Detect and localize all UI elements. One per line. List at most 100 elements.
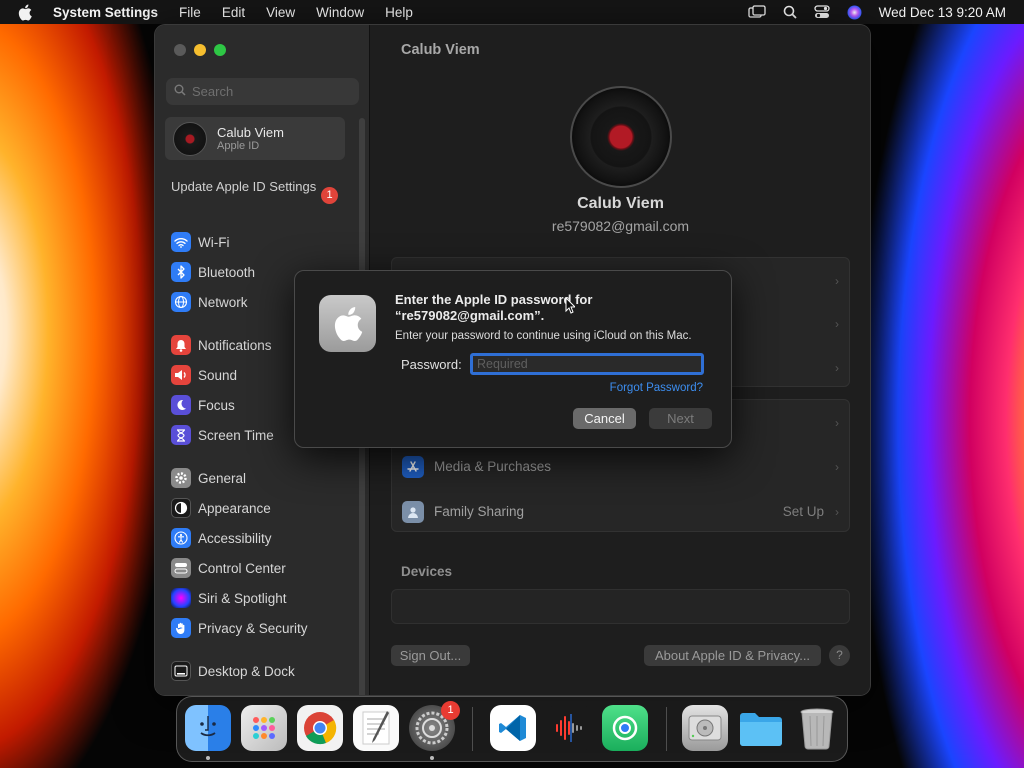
sidebar-item-wifi[interactable]: Wi-Fi (171, 231, 229, 253)
profile-name: Calub Viem (217, 124, 284, 140)
chevron-right-icon: › (835, 415, 839, 430)
sidebar-item-siri-spotlight[interactable]: Siri & Spotlight (171, 587, 287, 609)
find-my-icon[interactable] (602, 705, 648, 751)
sidebar-item-label: Focus (198, 397, 235, 413)
cancel-button[interactable]: Cancel (573, 408, 636, 429)
settings-badge: 1 (441, 701, 460, 720)
update-badge: 1 (321, 187, 338, 204)
about-apple-id-privacy-button[interactable]: About Apple ID & Privacy... (644, 645, 821, 666)
apple-menu-icon[interactable] (18, 3, 34, 21)
bell-icon (171, 335, 191, 355)
window-controls (174, 44, 234, 56)
siri-icon[interactable] (847, 5, 862, 20)
sidebar-item-label: Sound (198, 367, 238, 383)
account-name: Calub Viem (577, 195, 664, 212)
sidebar-item-apple-id[interactable]: Calub Viem Apple ID (165, 117, 345, 160)
next-button[interactable]: Next (649, 408, 712, 429)
sidebar-item-focus[interactable]: Focus (171, 394, 235, 416)
sidebar-search[interactable] (166, 78, 359, 105)
family-sharing-setup: Set Up (782, 504, 824, 519)
hourglass-icon (171, 425, 191, 445)
gear-icon (171, 468, 191, 488)
mouse-pointer-icon (565, 296, 577, 314)
sidebar-item-notifications[interactable]: Notifications (171, 334, 272, 356)
sidebar-item-label: Bluetooth (198, 264, 256, 280)
sidebar-item-appearance[interactable]: Appearance (171, 497, 271, 519)
app-store-icon (402, 455, 424, 478)
close-window-button[interactable] (174, 44, 186, 56)
globe-icon (171, 292, 191, 312)
devices-list (391, 589, 850, 624)
vscode-icon[interactable] (490, 705, 536, 751)
forgot-password-link[interactable]: Forgot Password? (610, 382, 703, 394)
sidebar-item-general[interactable]: General (171, 467, 246, 489)
running-indicator (430, 756, 434, 760)
sidebar-item-sound[interactable]: Sound (171, 364, 237, 386)
control-center-icon (171, 558, 191, 578)
accessibility-icon (171, 528, 191, 548)
sidebar-item-accessibility[interactable]: Accessibility (171, 527, 272, 549)
search-input[interactable] (192, 84, 342, 99)
apple-logo-icon (319, 295, 376, 352)
devices-heading: Devices (401, 564, 453, 579)
zoom-window-button[interactable] (214, 44, 226, 56)
menu-app-name[interactable]: System Settings (53, 5, 158, 20)
launchpad-icon[interactable] (241, 705, 287, 751)
sidebar-item-label: Control Center (198, 560, 286, 576)
menu-edit[interactable]: Edit (222, 5, 245, 20)
chevron-right-icon: › (835, 316, 839, 331)
dock-separator (472, 707, 473, 751)
menu-datetime[interactable]: Wed Dec 13 9:20 AM (879, 5, 1006, 20)
sidebar-item-label: Appearance (198, 500, 271, 516)
disk-utility-icon[interactable] (682, 705, 728, 751)
password-label: Password: (401, 357, 462, 372)
voice-memos-icon[interactable] (546, 705, 592, 751)
sidebar-item-privacy-security[interactable]: Privacy & Security (171, 617, 308, 639)
profile-picture[interactable] (570, 86, 672, 188)
sidebar-item-desktop-dock[interactable]: Desktop & Dock (171, 660, 295, 682)
sidebar-item-label: Screen Time (198, 427, 274, 443)
media-purchases-row[interactable]: Media & Purchases › (392, 444, 851, 489)
spotlight-search-icon[interactable] (783, 5, 797, 19)
menu-file[interactable]: File (179, 5, 201, 20)
sidebar-item-bluetooth[interactable]: Bluetooth (171, 261, 255, 283)
menu-help[interactable]: Help (385, 5, 413, 20)
dock-separator (666, 707, 667, 751)
speaker-icon (171, 365, 191, 385)
trash-icon[interactable] (794, 705, 840, 751)
dialog-message: Enter your password to continue using iC… (395, 330, 692, 342)
family-sharing-row[interactable]: Family Sharing Set Up › (392, 489, 851, 534)
sidebar-item-label: Network (198, 294, 248, 310)
chevron-right-icon: › (835, 273, 839, 288)
minimize-window-button[interactable] (194, 44, 206, 56)
chrome-icon[interactable] (297, 705, 343, 751)
sidebar-item-label: Desktop & Dock (198, 663, 295, 679)
sidebar-item-label: Accessibility (198, 530, 272, 546)
menu-bar: System Settings File Edit View Window He… (0, 0, 1024, 24)
help-button[interactable]: ? (829, 645, 850, 666)
update-apple-id-settings[interactable]: Update Apple ID Settings (171, 179, 346, 195)
dialog-title: Enter the Apple ID password for “re57908… (395, 292, 593, 323)
sidebar-item-control-center[interactable]: Control Center (171, 557, 286, 579)
folder-icon[interactable] (738, 705, 784, 751)
moon-icon (171, 395, 191, 415)
page-title: Calub Viem (401, 42, 480, 58)
sign-out-button[interactable]: Sign Out... (391, 645, 470, 666)
siri-icon (171, 588, 191, 608)
chevron-right-icon: › (835, 459, 839, 474)
sidebar-item-label: General (198, 470, 247, 486)
wifi-icon (171, 232, 191, 252)
apple-id-password-dialog: Enter the Apple ID password for “re57908… (294, 270, 732, 448)
textedit-icon[interactable] (353, 705, 399, 751)
menu-view[interactable]: View (266, 5, 295, 20)
password-field[interactable] (470, 353, 704, 375)
sidebar-item-network[interactable]: Network (171, 291, 248, 313)
control-center-icon[interactable] (814, 5, 830, 19)
chevron-right-icon: › (835, 504, 839, 519)
sidebar-item-screen-time[interactable]: Screen Time (171, 424, 274, 446)
menu-window[interactable]: Window (316, 5, 364, 20)
finder-icon[interactable] (185, 705, 231, 751)
screen-mirroring-icon[interactable] (748, 5, 766, 19)
running-indicator (206, 756, 210, 760)
avatar (173, 121, 207, 156)
